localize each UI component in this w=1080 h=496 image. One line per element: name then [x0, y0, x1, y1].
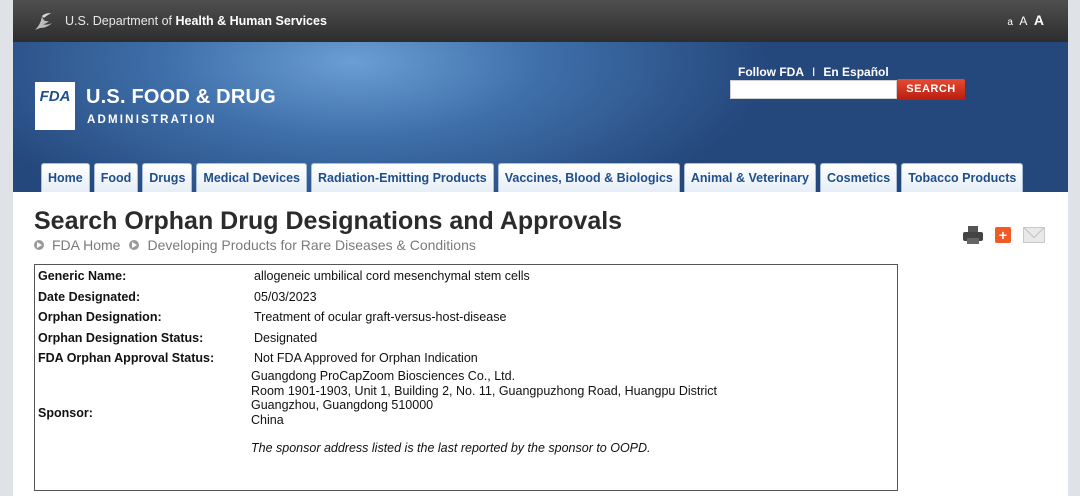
site-title[interactable]: U.S. FOOD & DRUG	[86, 86, 276, 109]
site-subtitle: ADMINISTRATION	[87, 114, 217, 126]
designation-details: Generic Name: allogeneic umbilical cord …	[34, 264, 898, 491]
text-size-controls: a A A	[1005, 12, 1044, 30]
hhs-eagle-icon[interactable]	[33, 10, 57, 34]
header-link-separator: I	[812, 65, 816, 79]
generic-name-value: allogeneic umbilical cord mesenchymal st…	[254, 269, 530, 283]
breadcrumb-arrow-icon	[34, 240, 44, 250]
tab-vaccines-blood-biologics[interactable]: Vaccines, Blood & Biologics	[497, 163, 680, 192]
tab-drugs[interactable]: Drugs	[142, 163, 193, 192]
tab-cosmetics[interactable]: Cosmetics	[819, 163, 898, 192]
text-size-small-button[interactable]: a	[1007, 17, 1013, 28]
sponsor-address: Guangdong ProCapZoom Biosciences Co., Lt…	[251, 369, 717, 427]
date-designated-label: Date Designated:	[38, 290, 141, 304]
breadcrumb-fda-home[interactable]: FDA Home	[52, 237, 120, 253]
hhs-link[interactable]: U.S. Department of Health & Human Servic…	[65, 14, 327, 28]
tab-radiation-emitting-products[interactable]: Radiation-Emitting Products	[311, 163, 494, 192]
text-size-medium-button[interactable]: A	[1019, 14, 1027, 28]
breadcrumb: FDA Home Developing Products for Rare Di…	[34, 237, 485, 253]
date-designated-value: 05/03/2023	[254, 290, 317, 304]
orphan-designation-label: Orphan Designation:	[38, 310, 162, 324]
sponsor-label: Sponsor:	[38, 406, 93, 420]
en-espanol-link[interactable]: En Español	[823, 65, 888, 79]
tab-food[interactable]: Food	[93, 163, 139, 192]
breadcrumb-arrow-icon	[129, 240, 140, 250]
designation-status-value: Designated	[254, 331, 318, 345]
email-icon[interactable]	[1023, 227, 1045, 243]
approval-status-value: Not FDA Approved for Orphan Indication	[254, 351, 478, 365]
page-tools: +	[963, 226, 1045, 244]
fda-logo[interactable]: FDA	[35, 82, 75, 130]
orphan-designation-value: Treatment of ocular graft-versus-host-di…	[254, 310, 507, 324]
sponsor-note: The sponsor address listed is the last r…	[251, 441, 651, 455]
breadcrumb-rare-diseases[interactable]: Developing Products for Rare Diseases & …	[147, 237, 475, 253]
sponsor-street: Room 1901-1903, Unit 1, Building 2, No. …	[251, 383, 718, 398]
header-links: Follow FDA I En Español	[738, 65, 889, 79]
sponsor-country: China	[251, 412, 284, 427]
hhs-name: Health & Human Services	[175, 14, 327, 28]
tab-medical-devices[interactable]: Medical Devices	[196, 163, 307, 192]
plus-icon[interactable]: +	[995, 227, 1011, 243]
designation-status-label: Orphan Designation Status:	[38, 331, 204, 345]
hhs-prefix: U.S. Department of	[65, 14, 176, 28]
text-size-large-button[interactable]: A	[1034, 12, 1044, 28]
page: U.S. Department of Health & Human Servic…	[13, 0, 1068, 496]
fda-logo-mark: FDA	[39, 88, 71, 105]
search-input[interactable]	[730, 80, 897, 99]
printer-icon[interactable]	[963, 226, 983, 244]
approval-status-label: FDA Orphan Approval Status:	[38, 351, 215, 365]
tab-animal-veterinary[interactable]: Animal & Veterinary	[683, 163, 816, 192]
tab-tobacco-products[interactable]: Tobacco Products	[901, 163, 1024, 192]
hhs-bar: U.S. Department of Health & Human Servic…	[13, 0, 1068, 42]
sponsor-city: Guangzhou, Guangdong 510000	[251, 398, 434, 412]
sponsor-name: Guangdong ProCapZoom Biosciences Co., Lt…	[251, 369, 516, 383]
page-title: Search Orphan Drug Designations and Appr…	[34, 207, 623, 235]
generic-name-label: Generic Name:	[38, 269, 127, 283]
tab-home[interactable]: Home	[41, 163, 90, 192]
search-button[interactable]: SEARCH	[897, 79, 965, 100]
follow-fda-link[interactable]: Follow FDA	[738, 65, 804, 79]
main-nav: Home Food Drugs Medical Devices Radiatio…	[41, 163, 1024, 192]
